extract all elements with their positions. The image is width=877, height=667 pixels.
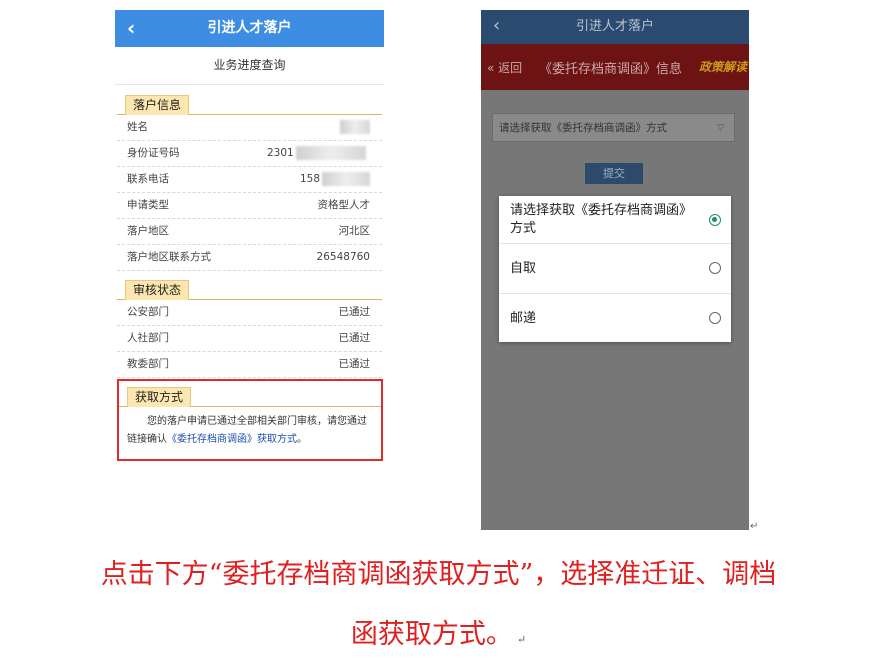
radio-unselected-icon[interactable] xyxy=(709,312,721,324)
info-label: 身份证号码 xyxy=(127,147,180,159)
left-phone-screen: ‹ 引进人才落户 业务进度查询 落户信息 姓名 身份证号码 2301 联系电话 … xyxy=(115,10,384,465)
review-status-section: 审核状态 公安部门 已通过 人社部门 已通过 教委部门 已通过 xyxy=(117,279,382,378)
option-label: 邮递 xyxy=(510,311,537,326)
info-value: 资格型人才 xyxy=(317,199,371,211)
review-status: 已通过 xyxy=(338,306,371,318)
info-row-phone: 联系电话 158 xyxy=(117,167,382,193)
redaction-blur xyxy=(322,172,370,186)
info-row-area-contact: 落户地区联系方式 26548760 xyxy=(117,245,382,271)
get-method-header: 获取方式 xyxy=(119,386,381,407)
settle-info-header: 落户信息 xyxy=(117,94,382,115)
paragraph-return-mark: ↵ xyxy=(516,633,527,646)
back-chevron-icon[interactable]: ‹ xyxy=(127,16,135,40)
review-status-title: 审核状态 xyxy=(125,280,190,300)
info-value-text: 158 xyxy=(299,173,320,185)
info-value-id: 2301 xyxy=(267,141,366,166)
settle-info-section: 落户信息 姓名 身份证号码 2301 联系电话 158 申请类型 资格型人才 落… xyxy=(117,94,382,271)
return-link[interactable]: « 返回 xyxy=(487,59,522,76)
redaction-blur xyxy=(295,146,366,160)
instruction-caption-text: 函获取方式。 xyxy=(350,619,513,650)
review-row-police: 公安部门 已通过 xyxy=(117,300,382,326)
get-method-text: 您的落户申请已通过全部相关部门审核，请您通过链接确认《委托存档商调函》获取方式。 xyxy=(119,407,381,449)
info-value: 河北区 xyxy=(338,225,371,237)
info-label: 落户地区 xyxy=(127,225,169,237)
get-method-message-end: 。 xyxy=(297,434,307,445)
policy-interpretation-link[interactable]: 政策解读 xyxy=(699,58,747,75)
chevron-down-icon: ▽ xyxy=(717,123,724,133)
progress-query-title: 业务进度查询 xyxy=(115,47,384,85)
review-label: 公安部门 xyxy=(127,306,169,318)
review-status: 已通过 xyxy=(338,358,371,370)
submit-button[interactable]: 提交 xyxy=(585,163,643,184)
info-label: 申请类型 xyxy=(127,199,169,211)
method-choice-dialog: 请选择获取《委托存档商调函》方式 自取 邮递 xyxy=(499,196,731,342)
info-row-type: 申请类型 资格型人才 xyxy=(117,193,382,219)
review-label: 教委部门 xyxy=(127,358,169,370)
info-value: 26548760 xyxy=(316,251,370,263)
paragraph-return-mark: ↵ xyxy=(750,521,759,532)
review-row-education: 教委部门 已通过 xyxy=(117,352,382,378)
option-label: 自取 xyxy=(510,261,537,276)
radio-unselected-icon[interactable] xyxy=(709,262,721,274)
right-header-title: 引进人才落户 xyxy=(575,19,654,34)
info-value-text: 2301 xyxy=(267,147,294,159)
info-value-redacted xyxy=(338,115,370,140)
right-phone-screen: ‹ 引进人才落户 « 返回 《委托存档商调函》信息 政策解读 请选择获取《委托存… xyxy=(481,10,749,530)
letter-info-title: 《委托存档商调函》信息 xyxy=(539,62,683,77)
review-label: 人社部门 xyxy=(127,332,169,344)
right-header-bar: ‹ 引进人才落户 xyxy=(481,10,749,44)
option-prompt[interactable]: 请选择获取《委托存档商调函》方式 xyxy=(499,196,731,244)
radio-selected-icon[interactable] xyxy=(709,214,721,226)
redaction-blur xyxy=(340,120,370,134)
instruction-caption-line1: 点击下方“委托存档商调函获取方式”，选择准迁证、调档 xyxy=(100,559,777,590)
instruction-caption-line2: 函获取方式。 ↵ xyxy=(0,612,877,651)
review-row-hr: 人社部门 已通过 xyxy=(117,326,382,352)
select-placeholder: 请选择获取《委托存档商调函》方式 xyxy=(499,122,667,134)
letter-info-bar: « 返回 《委托存档商调函》信息 政策解读 xyxy=(481,44,749,90)
left-header-bar: ‹ 引进人才落户 xyxy=(115,10,384,47)
review-status-header: 审核状态 xyxy=(117,279,382,300)
info-label: 联系电话 xyxy=(127,173,169,185)
settle-info-title: 落户信息 xyxy=(125,95,190,115)
get-method-select[interactable]: 请选择获取《委托存档商调函》方式 ▽ xyxy=(492,113,735,142)
back-chevron-icon[interactable]: ‹ xyxy=(493,15,500,36)
info-row-name: 姓名 xyxy=(117,115,382,141)
option-label: 请选择获取《委托存档商调函》方式 xyxy=(510,203,686,236)
info-label: 姓名 xyxy=(127,121,148,133)
option-self-pickup[interactable]: 自取 xyxy=(499,244,731,294)
entrust-letter-link[interactable]: 《委托存档商调函》获取方式 xyxy=(167,434,297,445)
review-status: 已通过 xyxy=(338,332,371,344)
get-method-title: 获取方式 xyxy=(127,387,192,407)
info-value-phone: 158 xyxy=(300,167,370,192)
info-row-area: 落户地区 河北区 xyxy=(117,219,382,245)
info-label: 落户地区联系方式 xyxy=(127,251,211,263)
option-mail[interactable]: 邮递 xyxy=(499,294,731,343)
info-row-id: 身份证号码 2301 xyxy=(117,141,382,167)
left-header-title: 引进人才落户 xyxy=(207,20,292,36)
get-method-highlight-box: 获取方式 您的落户申请已通过全部相关部门审核，请您通过链接确认《委托存档商调函》… xyxy=(117,379,383,461)
